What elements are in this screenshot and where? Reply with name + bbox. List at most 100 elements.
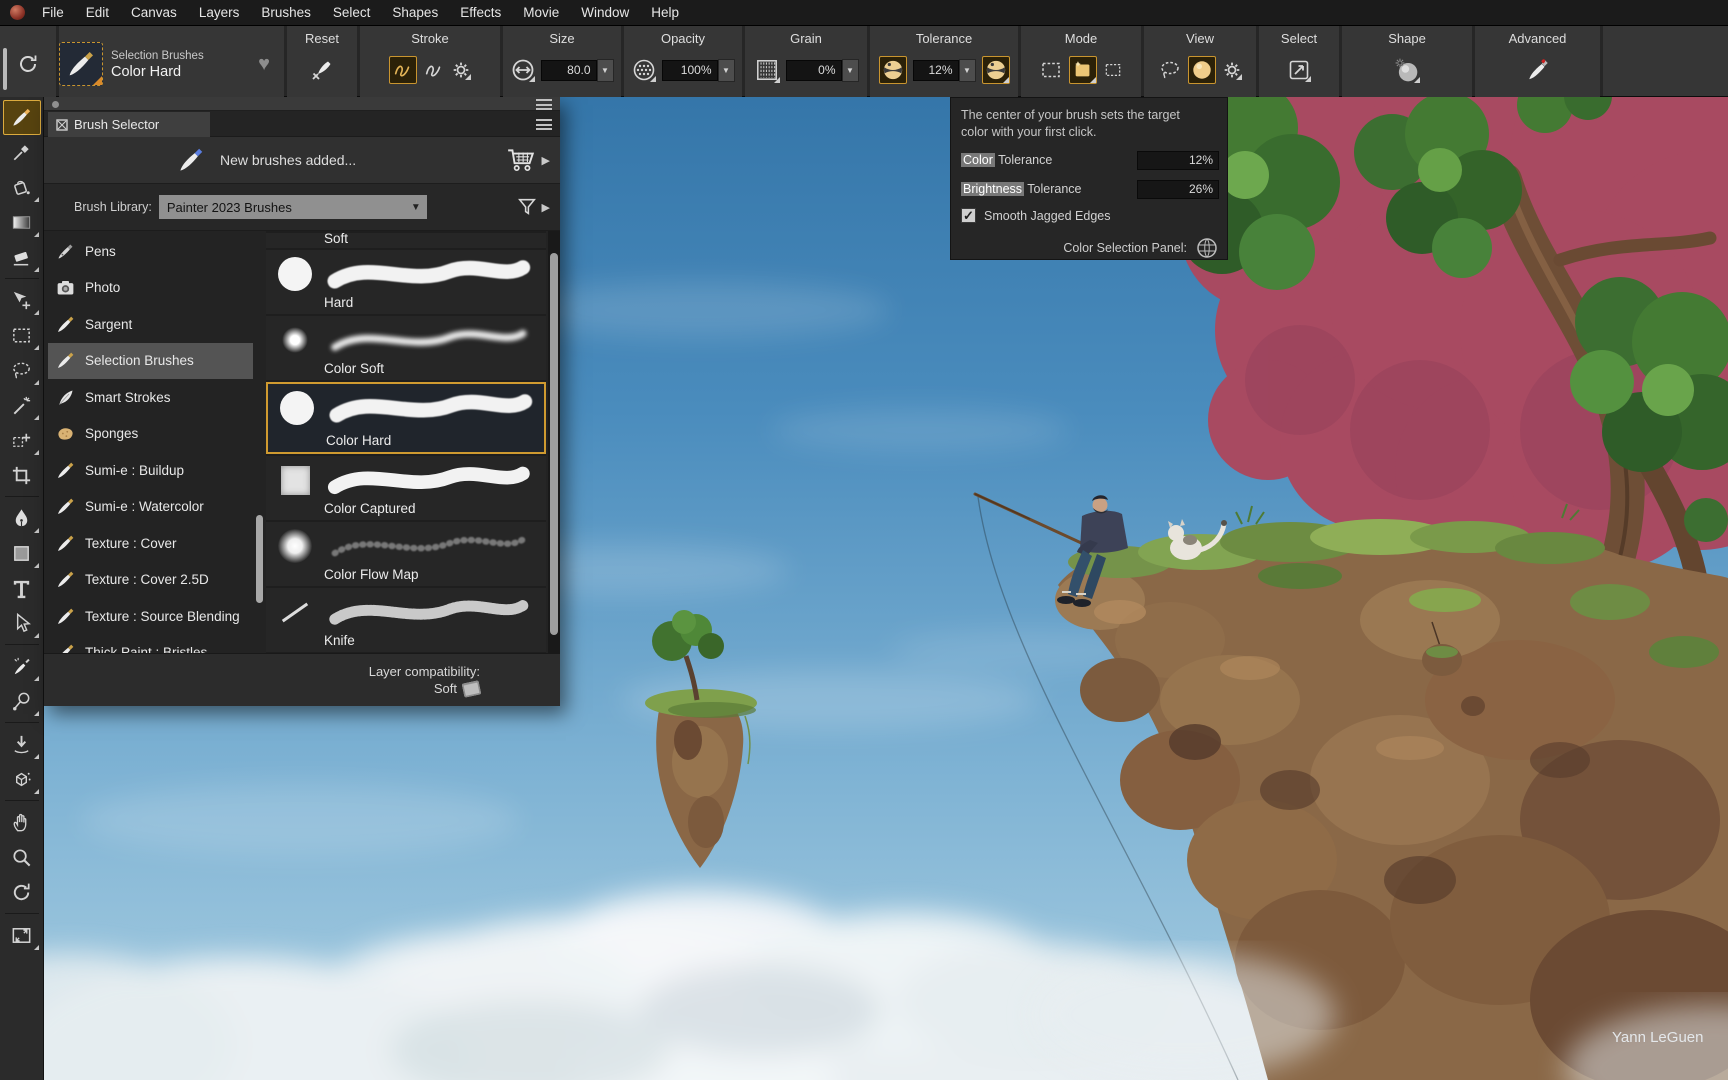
brush-selector-tab[interactable]: Brush Selector [48,112,210,137]
tolerance-icon[interactable] [879,56,907,84]
brush-category-item[interactable]: Sponges [48,416,253,453]
restore-defaults-icon[interactable] [16,52,40,76]
brush-category-item[interactable]: Sumi-e : Buildup [48,452,253,489]
brush-category-item[interactable]: Photo [48,270,253,307]
brush-category-item[interactable]: Thick Paint : Bristles [48,635,253,654]
brush-variant-item[interactable]: Knife [266,588,546,652]
selection-adjuster-tool[interactable] [3,423,41,458]
layer-adjuster-tool[interactable] [3,283,41,318]
size-icon[interactable] [511,58,535,82]
view-marquee-button[interactable] [1158,58,1182,82]
setting-value-field[interactable]: 12% [1137,151,1219,170]
brush-category-item[interactable]: Texture : Cover 2.5D [48,562,253,599]
brush-category-item[interactable]: Sargent [48,306,253,343]
menu-item[interactable]: Layers [188,0,251,26]
filter-funnel-icon[interactable] [516,196,538,218]
category-scrollbar-thumb[interactable] [256,515,263,603]
mode-new-selection-button[interactable] [1039,58,1063,82]
brush-variant-item[interactable]: Color Captured [266,456,546,520]
mode-add-selection-button[interactable] [1069,56,1097,84]
opacity-value-field[interactable]: 100% [662,60,718,81]
magic-wand-tool[interactable] [3,388,41,423]
brush-tool[interactable] [3,100,41,135]
favorite-heart-icon[interactable]: ♥ [258,53,270,76]
variant-scrollbar[interactable] [548,231,560,653]
eraser-tool[interactable] [3,240,41,275]
brush-category-item[interactable]: Texture : Source Blending [48,598,253,635]
pen-tool[interactable] [3,501,41,536]
tolerance-dropdown-button[interactable]: ▼ [959,59,976,82]
setting-value-field[interactable]: 26% [1137,180,1219,199]
screen-mode-toggle[interactable] [3,918,41,953]
grabber-tool[interactable] [3,805,41,840]
brush-category-item[interactable]: Selection Brushes [48,343,253,380]
shape-selection-tool[interactable] [3,606,41,641]
text-tool[interactable] [3,571,41,606]
menu-item[interactable]: Window [570,0,640,26]
straight-stroke-button[interactable] [423,59,445,81]
current-brush-chip[interactable]: Selection Brushes Color Hard ♥ [59,31,284,97]
size-value-field[interactable]: 80.0 [541,60,597,81]
brush-category-item[interactable]: Texture : Cover [48,525,253,562]
tolerance-value-field[interactable]: 12% [913,60,959,81]
tab-menu-icon[interactable] [536,119,552,130]
stroke-options-button[interactable] [451,60,471,80]
grain-icon[interactable] [754,57,780,83]
library-flyout-arrow-icon[interactable]: ▶ [542,201,550,214]
rotate-page-tool[interactable] [3,875,41,910]
menu-item[interactable]: Select [322,0,382,26]
mode-subtract-selection-button[interactable] [1103,60,1123,80]
new-brushes-banner[interactable]: New brushes added... ▶ [44,137,560,184]
brush-variant-item[interactable]: Color Hard [266,382,546,454]
brush-category-item[interactable]: Sumi-e : Watercolor [48,489,253,526]
crop-tool[interactable] [3,458,41,493]
brush-library-dropdown[interactable]: Painter 2023 Brushes ▼ [159,195,427,219]
view-settings-gear-icon[interactable] [1222,60,1242,80]
menu-item[interactable]: Brushes [250,0,322,26]
drip-tool[interactable] [3,727,41,762]
opacity-icon[interactable] [632,58,656,82]
reset-brush-button[interactable] [310,58,334,82]
banner-flyout-arrow-icon[interactable]: ▶ [542,154,550,167]
panel-drag-bar[interactable] [44,97,560,111]
menu-item[interactable]: Movie [512,0,570,26]
menu-item[interactable]: Canvas [120,0,188,26]
category-scrollbar[interactable] [255,233,265,651]
menu-item[interactable]: Edit [75,0,120,26]
brush-variant-item[interactable]: Color Soft [266,316,546,380]
size-dropdown-button[interactable]: ▼ [597,59,614,82]
brush-variant-item[interactable]: Soft [266,233,546,248]
gradient-tool[interactable] [3,205,41,240]
paint-bucket-tool[interactable] [3,170,41,205]
select-options-button[interactable] [1287,58,1311,82]
dropper-tool[interactable] [3,135,41,170]
variant-scrollbar-thumb[interactable] [550,253,558,635]
grain-dropdown-button[interactable]: ▼ [842,59,859,82]
smooth-jagged-edges-checkbox[interactable]: ✓ [961,208,976,223]
divine-proportion-tool[interactable] [3,684,41,719]
lasso-tool[interactable] [3,353,41,388]
panel-menu-icon[interactable] [536,99,552,110]
brush-variant-item[interactable]: Hard [266,250,546,314]
brush-category-item[interactable]: Pens [48,233,253,270]
shape-edit-tool[interactable] [3,649,41,684]
perspective-guides-tool[interactable] [3,762,41,797]
view-overlay-button[interactable] [1188,56,1216,84]
menu-item[interactable]: Shapes [381,0,449,26]
menu-item[interactable]: Help [640,0,690,26]
opacity-dropdown-button[interactable]: ▼ [718,59,735,82]
rectangular-selection-tool[interactable] [3,318,41,353]
menu-item[interactable]: File [31,0,75,26]
freehand-stroke-button[interactable] [389,56,417,84]
brush-category-item[interactable]: Smart Strokes [48,379,253,416]
shape-options-button[interactable] [1394,57,1420,83]
tolerance-sample-icon[interactable] [982,56,1010,84]
advanced-brush-settings-button[interactable] [1525,57,1551,83]
magnifier-tool[interactable] [3,840,41,875]
brush-store-cart-icon[interactable] [506,147,536,173]
rectangular-shape-tool[interactable] [3,536,41,571]
menu-item[interactable]: Effects [449,0,512,26]
color-selection-panel-icon[interactable] [1195,236,1219,260]
brush-variant-item[interactable]: Color Flow Map [266,522,546,586]
grain-value-field[interactable]: 0% [786,60,842,81]
